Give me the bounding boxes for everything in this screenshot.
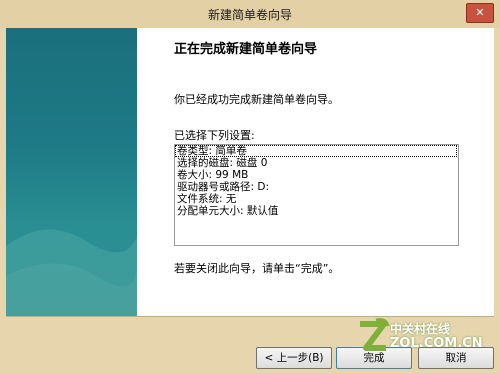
- list-item[interactable]: 选择的磁盘: 磁盘 0: [175, 157, 458, 169]
- list-item[interactable]: 分配单元大小: 默认值: [175, 205, 458, 217]
- wizard-content: 正在完成新建简单卷向导 你已经成功完成新建简单卷向导。 已选择下列设置: 卷类型…: [137, 28, 494, 316]
- watermark: 中关村在线 ZOL.COM.CN: [356, 318, 500, 358]
- settings-label: 已选择下列设置:: [174, 129, 255, 142]
- watermark-site: ZOL.COM.CN: [390, 336, 483, 351]
- settings-listbox[interactable]: 卷类型: 简单卷 选择的磁盘: 磁盘 0 卷大小: 99 MB 驱动器号或路径:…: [174, 144, 459, 246]
- list-item[interactable]: 卷类型: 简单卷: [175, 145, 457, 157]
- success-message: 你已经成功完成新建简单卷向导。: [174, 93, 339, 106]
- list-item[interactable]: 驱动器号或路径: D:: [175, 181, 458, 193]
- footer-divider: [6, 316, 494, 317]
- back-button[interactable]: < 上一步(B): [256, 347, 332, 369]
- list-item[interactable]: 卷大小: 99 MB: [175, 169, 458, 181]
- banner-wave-graphic: [6, 229, 137, 316]
- watermark-brand: 中关村在线: [390, 322, 451, 336]
- list-item[interactable]: 文件系统: 无: [175, 193, 458, 205]
- wizard-side-banner: [6, 28, 137, 316]
- close-button[interactable]: ✕: [466, 3, 494, 23]
- page-title: 正在完成新建简单卷向导: [174, 42, 318, 57]
- zol-logo-icon: [360, 318, 390, 351]
- title-bar: 新建简单卷向导 ✕: [0, 0, 500, 29]
- close-hint: 若要关闭此向导，请单击“完成”。: [174, 262, 340, 275]
- close-icon: ✕: [475, 6, 485, 19]
- window-title: 新建简单卷向导: [207, 8, 292, 22]
